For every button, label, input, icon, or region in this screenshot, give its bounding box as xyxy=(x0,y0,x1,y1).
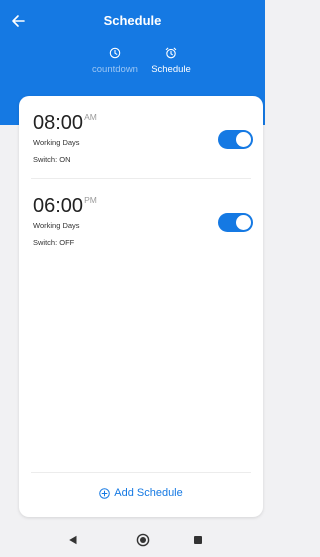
system-nav-bar xyxy=(0,524,265,557)
tab-schedule[interactable]: Schedule xyxy=(141,47,201,75)
back-triangle-icon xyxy=(69,535,77,545)
nav-home-button[interactable] xyxy=(135,532,151,548)
schedule-list-card: 08:00 AM Working Days Switch: ON 06:00 P… xyxy=(19,96,263,517)
switch-status-label: Switch: OFF xyxy=(33,238,75,247)
schedule-time: 06:00 PM xyxy=(33,195,97,217)
toggle-knob xyxy=(236,215,251,230)
repeat-days-label: Working Days xyxy=(33,221,80,230)
tab-schedule-label: Schedule xyxy=(151,64,191,75)
add-schedule-button[interactable]: Add Schedule xyxy=(19,480,263,506)
home-circle-icon xyxy=(136,533,150,547)
alarm-clock-icon xyxy=(165,47,177,59)
time-period: AM xyxy=(84,112,97,122)
schedule-item[interactable]: 06:00 PM Working Days Switch: OFF xyxy=(19,179,263,261)
recents-square-icon xyxy=(194,536,202,544)
schedule-toggle[interactable] xyxy=(218,130,253,149)
nav-recents-button[interactable] xyxy=(190,532,206,548)
repeat-days-label: Working Days xyxy=(33,138,80,147)
divider xyxy=(31,472,251,473)
switch-status-label: Switch: ON xyxy=(33,155,71,164)
schedule-toggle[interactable] xyxy=(218,213,253,232)
clock-icon xyxy=(109,47,121,59)
schedule-item[interactable]: 08:00 AM Working Days Switch: ON xyxy=(19,96,263,178)
time-value: 06:00 xyxy=(33,195,84,217)
schedule-time: 08:00 AM xyxy=(33,112,97,134)
tab-countdown-label: countdown xyxy=(92,64,138,75)
nav-back-button[interactable] xyxy=(65,532,81,548)
tab-countdown[interactable]: countdown xyxy=(85,47,145,75)
time-value: 08:00 xyxy=(33,112,84,134)
toggle-knob xyxy=(236,132,251,147)
page-title: Schedule xyxy=(103,13,162,28)
add-schedule-label: Add Schedule xyxy=(114,487,183,499)
plus-circle-icon xyxy=(99,487,111,499)
time-period: PM xyxy=(84,195,97,205)
